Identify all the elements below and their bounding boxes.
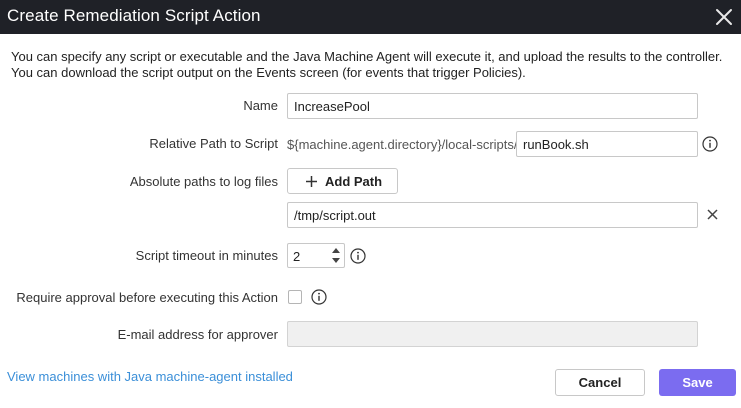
timeout-value[interactable]: 2 xyxy=(293,249,300,264)
save-button[interactable]: Save xyxy=(659,369,736,396)
name-input[interactable] xyxy=(287,93,698,119)
log-path-input[interactable] xyxy=(287,202,698,228)
approver-email-input xyxy=(287,321,698,347)
relative-path-prefix: ${machine.agent.directory}/local-scripts… xyxy=(287,137,518,152)
cancel-button[interactable]: Cancel xyxy=(555,369,645,396)
name-label: Name xyxy=(243,98,278,113)
log-files-label: Absolute paths to log files xyxy=(129,174,278,189)
info-icon[interactable] xyxy=(702,136,718,152)
close-icon[interactable] xyxy=(706,208,719,221)
timeout-stepper[interactable]: 2 xyxy=(287,243,345,268)
info-icon[interactable] xyxy=(311,289,327,305)
info-icon[interactable] xyxy=(350,248,366,264)
plus-icon xyxy=(306,176,317,187)
add-path-button[interactable]: Add Path xyxy=(287,168,398,194)
stepper-down-icon[interactable] xyxy=(332,258,340,263)
approver-email-label: E-mail address for approver xyxy=(117,327,278,342)
add-path-label: Add Path xyxy=(325,174,383,189)
relative-path-input[interactable] xyxy=(516,131,698,157)
timeout-label: Script timeout in minutes xyxy=(135,248,278,263)
require-approval-checkbox[interactable] xyxy=(288,290,302,304)
stepper-up-icon[interactable] xyxy=(332,248,340,253)
intro-text: You can specify any script or executable… xyxy=(11,49,723,80)
close-icon[interactable] xyxy=(713,6,735,28)
dialog-titlebar: Create Remediation Script Action xyxy=(0,0,741,34)
dialog-title: Create Remediation Script Action xyxy=(7,6,261,25)
view-machines-link[interactable]: View machines with Java machine-agent in… xyxy=(7,369,293,384)
require-approval-label: Require approval before executing this A… xyxy=(16,290,278,305)
relative-path-label: Relative Path to Script xyxy=(149,136,278,151)
